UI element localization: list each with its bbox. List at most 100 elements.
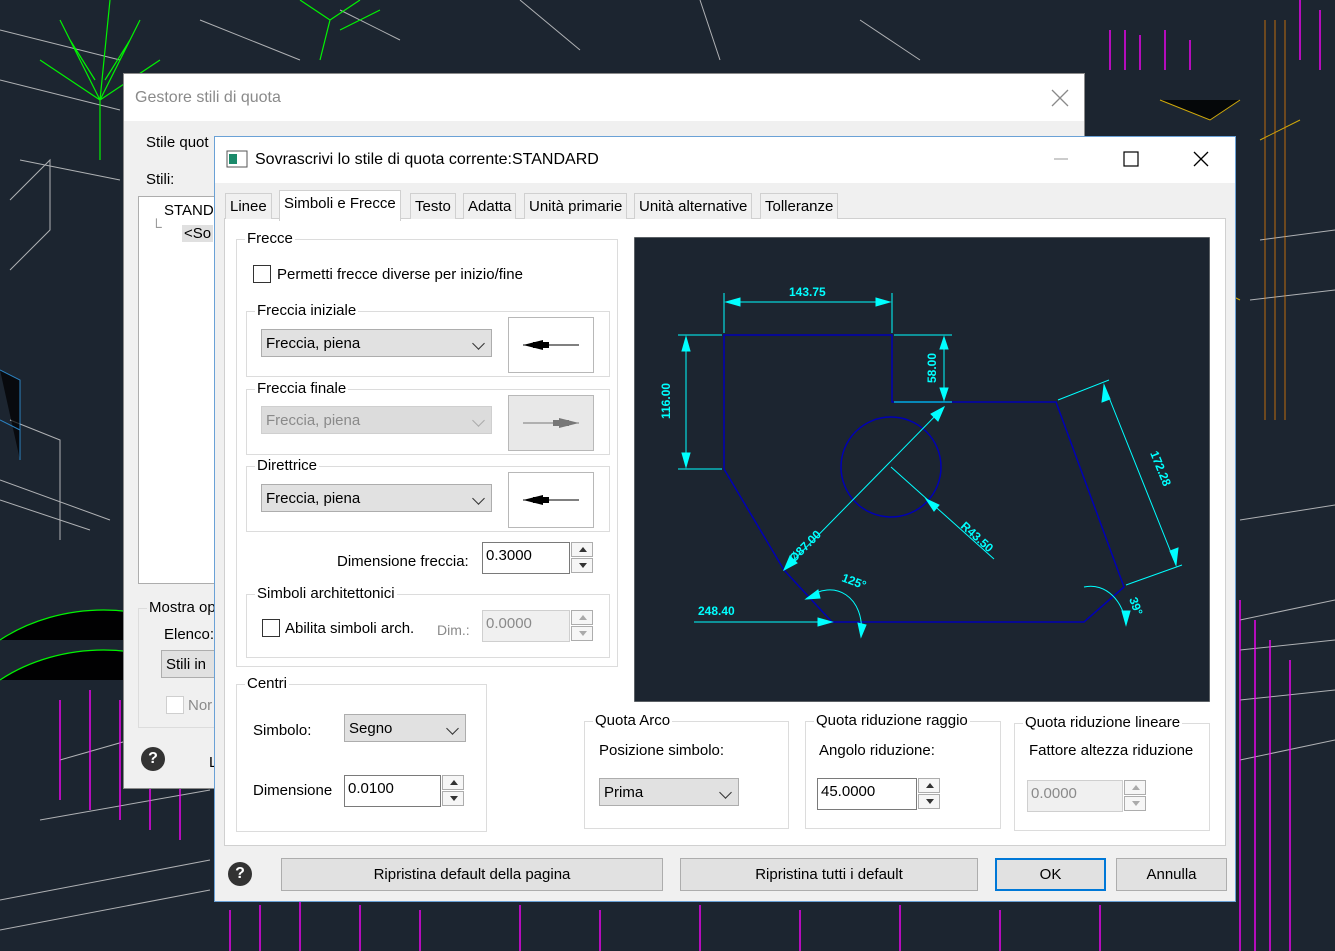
radius-jog-group-label: Quota riduzione raggio [814,712,970,729]
center-symbol-select[interactable]: Segno [344,714,466,742]
arrow-size-stepper[interactable] [571,542,593,574]
allow-different-arrows-label: Permetti frecce diverse per inizio/fine [277,266,523,283]
arrow-preview-icon [523,340,579,350]
override-dimension-style-dialog: Sovrascrivi lo stile di quota corrente:S… [214,136,1236,902]
jog-angle-value: 45.0000 [821,783,876,800]
linear-jog-group: Quota riduzione lineare [1014,714,1210,831]
tab-symbols-arrows[interactable]: Simboli e Frecce [279,190,401,221]
styles-tree[interactable]: STAND └ <So [138,196,220,584]
dialog-titlebar: Sovrascrivi lo stile di quota corrente:S… [215,137,1235,183]
maximize-icon[interactable] [1121,149,1141,169]
chevron-down-icon [446,722,459,735]
spin-down-icon[interactable] [1124,796,1146,811]
spin-down-icon[interactable] [571,558,593,573]
cancel-button[interactable]: Annulla [1116,858,1227,891]
tab-tolerances[interactable]: Tolleranze [760,193,839,219]
first-arrow-label: Freccia iniziale [255,302,359,319]
spin-down-icon[interactable] [918,794,940,809]
jog-angle-stepper[interactable] [918,778,940,810]
first-arrow-value: Freccia, piena [266,335,361,352]
styles-label: Stili: [146,171,175,188]
center-symbol-value: Segno [349,720,393,737]
jog-angle-label: Angolo riduzione: [819,742,935,759]
list-filter-select[interactable]: Stili in [161,650,221,678]
center-size-stepper[interactable] [442,775,464,807]
dimension-preview: 143.75 116.00 58.00 172.28 Ø87.00 R43.50… [634,237,1210,702]
second-arrow-value: Freccia, piena [266,412,361,429]
nonstandard-checkbox[interactable] [166,696,184,714]
arch-dim-input[interactable]: 0.0000 [482,610,570,642]
tab-primary-units[interactable]: Unità primarie [524,193,628,219]
minimize-icon[interactable] [1051,149,1071,169]
arrow-size-label: Dimensione freccia: [337,553,469,570]
second-arrow-preview [508,395,594,451]
arrow-preview-icon [523,495,579,505]
jog-angle-input[interactable]: 45.0000 [817,778,917,810]
chevron-down-icon [472,337,485,350]
leader-value: Freccia, piena [266,490,361,507]
arc-length-group-label: Quota Arco [593,712,673,729]
jog-height-factor-value: 0.0000 [1031,785,1077,802]
leader-preview [508,472,594,528]
enable-arch-symbols-label: Abilita simboli arch. [285,620,415,637]
manager-help-icon[interactable]: ? [141,747,165,771]
close-icon[interactable] [1050,88,1070,108]
radius-jog-group: Quota riduzione raggio [805,712,1001,829]
center-size-label: Dimensione [253,782,333,799]
list-filter-value: Stili in [166,656,207,673]
tab-label: Adatta [468,198,512,215]
jog-height-factor-label: Fattore altezza riduzione [1029,742,1194,759]
arrow-size-value: 0.3000 [486,547,532,564]
jog-height-factor-stepper[interactable] [1124,780,1146,812]
tree-item-standard[interactable]: STAND [164,202,214,219]
tree-item-override[interactable]: <So [182,225,214,242]
allow-different-arrows-checkbox[interactable] [253,265,271,283]
arch-dim-label: Dim.: [437,622,470,638]
tab-label: Unità alternative [639,198,748,215]
spin-up-icon[interactable] [442,775,464,790]
arch-dim-value: 0.0000 [486,615,532,632]
tab-text[interactable]: Testo [410,193,456,219]
second-arrow-select[interactable]: Freccia, piena [261,406,492,434]
reset-page-defaults-button[interactable]: Ripristina default della pagina [281,858,663,891]
dim-top: 143.75 [789,285,826,299]
close-icon[interactable] [1191,149,1211,169]
manager-title: Gestore stili di quota [135,89,281,106]
current-style-label: Stile quot [146,134,209,151]
center-size-value: 0.0100 [348,780,394,797]
chevron-down-icon [719,786,732,799]
spin-up-icon[interactable] [1124,780,1146,795]
nonstandard-label: Nor [188,697,213,714]
center-size-input[interactable]: 0.0100 [344,775,441,807]
arrow-preview-icon [523,418,579,428]
ok-button[interactable]: OK [995,858,1106,891]
arrow-size-input[interactable]: 0.3000 [482,542,570,574]
spin-down-icon[interactable] [571,626,593,641]
help-icon[interactable]: ? [228,862,252,886]
spin-up-icon[interactable] [571,610,593,625]
arc-symbol-position-label: Posizione simbolo: [599,742,725,759]
leader-select[interactable]: Freccia, piena [261,484,492,512]
jog-height-factor-input[interactable]: 0.0000 [1027,780,1123,812]
tab-lines[interactable]: Linee [225,193,272,219]
first-arrow-preview [508,317,594,373]
second-arrow-label: Freccia finale [255,380,349,397]
arch-dim-stepper[interactable] [571,610,593,642]
dim-bottom: 248.40 [698,604,735,618]
tab-label: Testo [415,198,451,215]
centers-group-label: Centri [245,675,290,692]
tab-fit[interactable]: Adatta [463,193,517,219]
dim-left: 116.00 [659,383,673,419]
first-arrow-select[interactable]: Freccia, piena [261,329,492,357]
spin-down-icon[interactable] [442,791,464,806]
enable-arch-symbols-checkbox[interactable] [262,619,280,637]
show-options-label: Mostra op [147,599,218,616]
dialog-title: Sovrascrivi lo stile di quota corrente:S… [255,151,599,168]
spin-up-icon[interactable] [918,778,940,793]
center-symbol-label: Simbolo: [253,722,312,739]
spin-up-icon[interactable] [571,542,593,557]
arc-symbol-position-select[interactable]: Prima [599,778,739,806]
reset-all-defaults-button[interactable]: Ripristina tutti i default [680,858,978,891]
tab-alternate-units[interactable]: Unità alternative [634,193,753,219]
arc-length-group: Quota Arco [584,712,789,829]
